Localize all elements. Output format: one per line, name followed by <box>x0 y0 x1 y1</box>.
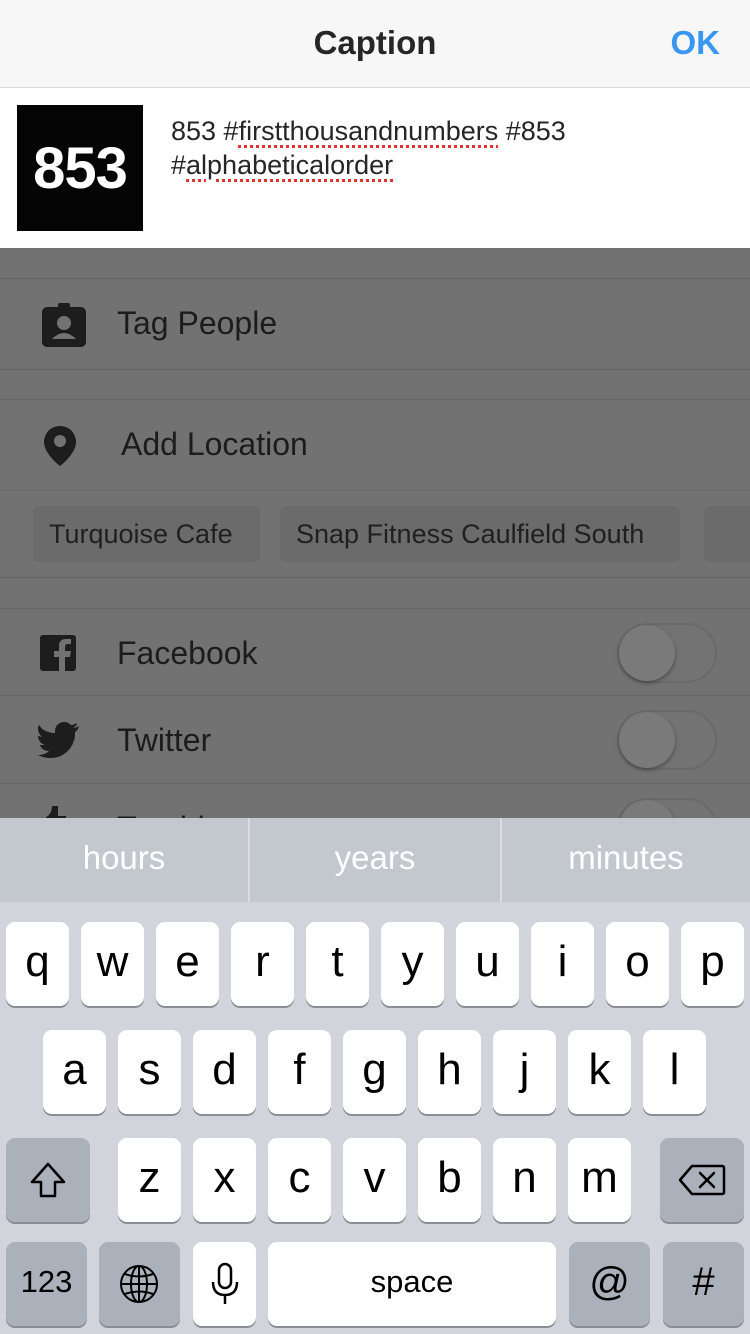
misspelled-hashtag: alphabeticalorder <box>186 150 394 180</box>
shift-icon <box>30 1162 66 1198</box>
share-tumblr-row[interactable]: Tumblr <box>0 784 750 818</box>
caption-text-part: #853 <box>498 116 566 146</box>
add-location-label: Add Location <box>121 426 308 462</box>
shift-key[interactable] <box>6 1138 90 1222</box>
globe-icon <box>120 1265 158 1303</box>
location-pin-icon <box>44 426 76 466</box>
header-bar: Caption OK <box>0 0 750 88</box>
facebook-label: Facebook <box>117 635 258 671</box>
key-w[interactable]: w <box>81 922 144 1006</box>
tumblr-label: Tumblr <box>117 810 215 818</box>
suggestion-hours[interactable]: hours <box>0 818 248 902</box>
key-y[interactable]: y <box>381 922 444 1006</box>
ok-button[interactable]: OK <box>671 24 721 62</box>
facebook-icon <box>40 635 76 671</box>
tumblr-icon <box>46 806 66 818</box>
dimmed-options-overlay: Tag People Add Location Turquoise Cafe S… <box>0 248 750 818</box>
key-x[interactable]: x <box>193 1138 256 1222</box>
key-j[interactable]: j <box>493 1030 556 1114</box>
key-p[interactable]: p <box>681 922 744 1006</box>
facebook-toggle[interactable] <box>617 623 717 683</box>
globe-key[interactable] <box>99 1242 180 1326</box>
twitter-label: Twitter <box>117 722 212 758</box>
key-o[interactable]: o <box>606 922 669 1006</box>
key-d[interactable]: d <box>193 1030 256 1114</box>
key-g[interactable]: g <box>343 1030 406 1114</box>
share-twitter-row[interactable]: Twitter <box>0 696 750 784</box>
tumblr-toggle[interactable] <box>617 798 717 818</box>
tag-people-label: Tag People <box>117 305 278 341</box>
location-chip[interactable]: Turquoise Cafe <box>33 506 260 562</box>
key-t[interactable]: t <box>306 922 369 1006</box>
add-location-row[interactable]: Add Location <box>0 399 750 491</box>
microphone-key[interactable] <box>193 1242 256 1326</box>
key-l[interactable]: l <box>643 1030 706 1114</box>
key-z[interactable]: z <box>118 1138 181 1222</box>
key-f[interactable]: f <box>268 1030 331 1114</box>
caption-text-part: # <box>171 150 187 180</box>
key-m[interactable]: m <box>568 1138 631 1222</box>
key-u[interactable]: u <box>456 922 519 1006</box>
key-b[interactable]: b <box>418 1138 481 1222</box>
location-chip[interactable]: C <box>704 506 750 562</box>
numbers-key[interactable]: 123 <box>6 1242 87 1326</box>
key-s[interactable]: s <box>118 1030 181 1114</box>
twitter-icon <box>38 722 79 758</box>
location-suggestions: Turquoise Cafe Snap Fitness Caulfield So… <box>0 490 750 578</box>
caption-input[interactable]: 853 #firstthousandnumbers #853 #alphabet… <box>171 114 711 182</box>
at-key[interactable]: @ <box>569 1242 650 1326</box>
keyboard: hours years minutes q w e r t y u i o p … <box>0 818 750 1334</box>
page-title: Caption <box>313 24 437 61</box>
share-facebook-row[interactable]: Facebook <box>0 608 750 696</box>
key-r[interactable]: r <box>231 922 294 1006</box>
tag-person-icon <box>42 303 86 347</box>
key-n[interactable]: n <box>493 1138 556 1222</box>
predictive-bar: hours years minutes <box>0 818 750 902</box>
twitter-toggle[interactable] <box>617 710 717 770</box>
key-h[interactable]: h <box>418 1030 481 1114</box>
location-chip[interactable]: Snap Fitness Caulfield South <box>280 506 680 562</box>
delete-key[interactable] <box>660 1138 744 1222</box>
hash-key[interactable]: # <box>663 1242 744 1326</box>
key-q[interactable]: q <box>6 922 69 1006</box>
key-a[interactable]: a <box>43 1030 106 1114</box>
post-thumbnail: 853 <box>17 105 143 231</box>
caption-text-part: 853 # <box>171 116 239 146</box>
microphone-icon <box>211 1262 239 1304</box>
suggestion-years[interactable]: years <box>250 818 500 902</box>
caption-screen: Caption OK 853 853 #firstthousandnumbers… <box>0 0 750 1334</box>
key-e[interactable]: e <box>156 922 219 1006</box>
thumbnail-text: 853 <box>33 135 128 201</box>
key-v[interactable]: v <box>343 1138 406 1222</box>
key-k[interactable]: k <box>568 1030 631 1114</box>
key-c[interactable]: c <box>268 1138 331 1222</box>
caption-area: 853 853 #firstthousandnumbers #853 #alph… <box>0 88 750 248</box>
key-i[interactable]: i <box>531 922 594 1006</box>
delete-icon <box>678 1164 726 1196</box>
tag-people-row[interactable]: Tag People <box>0 278 750 370</box>
misspelled-hashtag: firstthousandnumbers <box>238 116 499 146</box>
space-key[interactable]: space <box>268 1242 556 1326</box>
suggestion-minutes[interactable]: minutes <box>502 818 750 902</box>
